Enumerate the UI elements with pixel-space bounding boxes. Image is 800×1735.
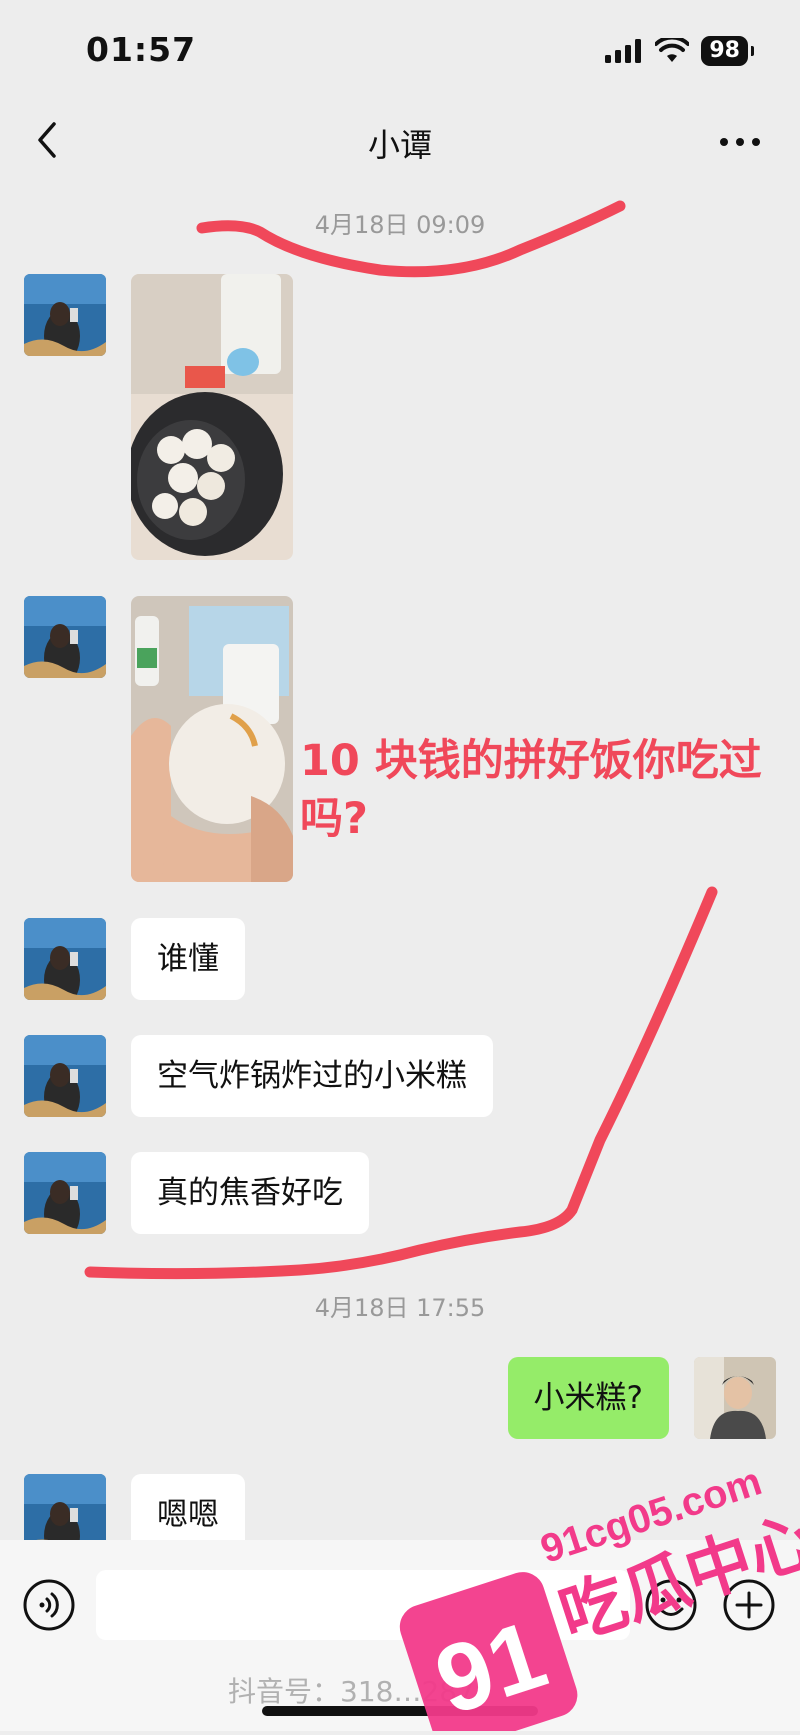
message-bubble[interactable]: 谁懂 — [131, 918, 245, 1000]
signal-icon — [605, 39, 642, 63]
battery-icon: 98 — [701, 36, 754, 66]
chat-header: 小谭 — [0, 100, 800, 182]
more-icon[interactable] — [716, 122, 764, 162]
avatar[interactable] — [24, 1152, 106, 1234]
avatar[interactable] — [24, 274, 106, 356]
status-time: 01:57 — [86, 30, 197, 69]
site-logo-watermark: 91 91cg05.com 吃瓜中心 — [390, 1440, 800, 1735]
message-bubble[interactable]: 真的焦香好吃 — [131, 1152, 369, 1234]
wifi-icon — [655, 38, 690, 62]
annotation-text: 10 块钱的拼好饭你吃过吗? — [300, 736, 762, 844]
message-timestamp: 4月18日 17:55 — [314, 1294, 486, 1322]
voice-icon[interactable] — [22, 1578, 76, 1632]
avatar[interactable] — [24, 918, 106, 1000]
photo-message[interactable] — [131, 274, 293, 560]
chat-title: 小谭 — [367, 126, 432, 164]
photo-icon — [131, 596, 293, 882]
avatar[interactable] — [24, 596, 106, 678]
status-icons: 98 — [605, 36, 754, 66]
status-bar: 01:57 98 — [0, 0, 800, 100]
photo-message[interactable] — [131, 596, 293, 882]
message-bubble-self[interactable]: 小米糕? — [507, 1357, 669, 1439]
avatar-self[interactable] — [694, 1357, 776, 1439]
message-bubble[interactable]: 空气炸锅炸过的小米糕 — [131, 1035, 493, 1117]
avatar[interactable] — [24, 1035, 106, 1117]
photo-icon — [131, 274, 293, 560]
message-timestamp: 4月18日 09:09 — [314, 211, 486, 239]
